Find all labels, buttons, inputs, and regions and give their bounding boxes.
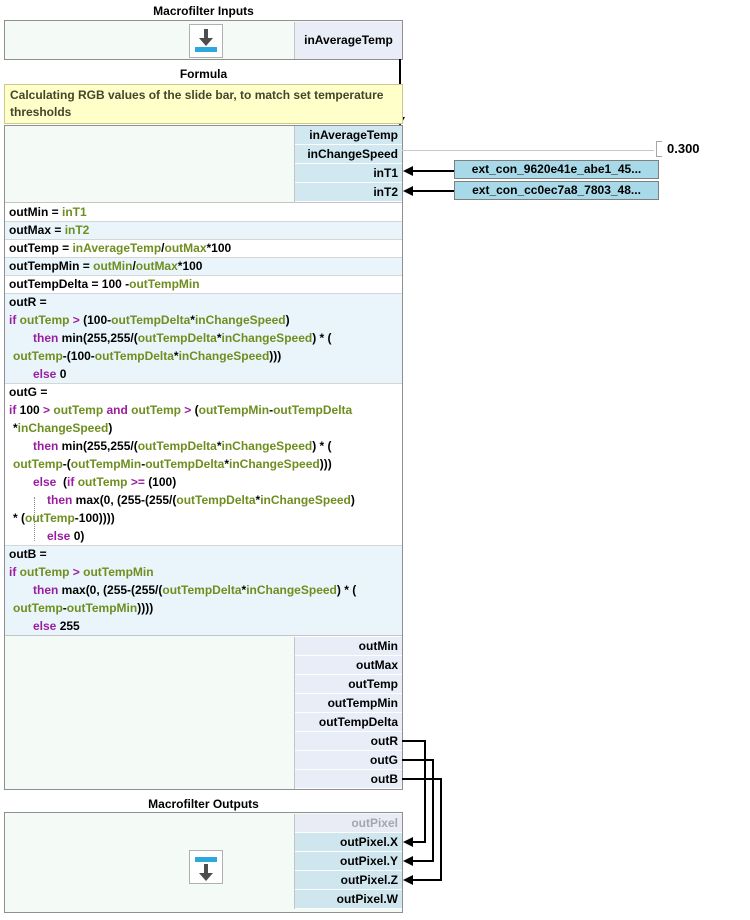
wire-segment[interactable] <box>402 740 426 742</box>
formula-header-area <box>5 126 294 202</box>
formula-output-port-outTempMin[interactable]: outTempMin <box>295 694 402 713</box>
wire-segment[interactable] <box>412 841 426 843</box>
arrowhead-left-icon <box>403 186 413 196</box>
wire-segment[interactable] <box>412 860 434 862</box>
formula-line: outTemp-(outTempMin-outTempDelta*inChang… <box>5 455 402 473</box>
outputs-block-title: Macrofilter Outputs <box>4 797 403 811</box>
constant-value[interactable]: 0.300 <box>667 141 700 157</box>
formula-output-port-outTemp[interactable]: outTemp <box>295 675 402 694</box>
macrofilter-outputs-block[interactable]: outPixeloutPixel.XoutPixel.YoutPixel.Zou… <box>4 812 403 913</box>
wire-segment[interactable] <box>424 740 426 843</box>
formula-row-outB[interactable]: outB =if outTemp > outTempMinthen max(0,… <box>5 545 402 635</box>
outputs-ports: outPixeloutPixel.XoutPixel.YoutPixel.Zou… <box>294 814 402 909</box>
formula-input-port-inT2[interactable]: inT2 <box>295 183 402 202</box>
formula-output-ports: outMinoutMaxoutTempoutTempMinoutTempDelt… <box>294 637 402 789</box>
formula-line: if outTemp > outTempMin <box>5 563 402 581</box>
formula-input-ports: inAverageTempinChangeSpeedinT1inT2 <box>294 126 402 202</box>
formula-line: else 0) <box>5 527 402 545</box>
formula-row-outTempMin[interactable]: outTempMin = outMin/outMax*100 <box>5 257 402 275</box>
constant-bracket <box>656 141 662 157</box>
formula-row-outR[interactable]: outR =if outTemp > (100-outTempDelta*inC… <box>5 293 402 383</box>
formula-line: outMin = inT1 <box>5 203 402 221</box>
formula-output-port-outG[interactable]: outG <box>295 751 402 770</box>
formula-line: else 255 <box>5 617 402 635</box>
formula-line: outTemp-outTempMin)))) <box>5 599 402 617</box>
wire-segment[interactable] <box>402 778 442 780</box>
formula-line: then min(255,255/(outTempDelta*inChangeS… <box>5 329 402 347</box>
formula-title: Formula <box>4 67 403 81</box>
wire-segment[interactable] <box>432 759 434 862</box>
formula-line: else 0 <box>5 365 402 383</box>
arrowhead-left-icon <box>403 856 413 866</box>
wire-segment[interactable] <box>412 190 454 192</box>
arrow-head <box>199 873 213 881</box>
formula-output-port-outR[interactable]: outR <box>295 732 402 751</box>
formula-line: outMax = inT2 <box>5 221 402 239</box>
formula-line: outTemp = inAverageTemp/outMax*100 <box>5 239 402 257</box>
formula-line: then min(255,255/(outTempDelta*inChangeS… <box>5 437 402 455</box>
formula-block[interactable]: inAverageTempinChangeSpeedinT1inT2 outMi… <box>4 125 403 790</box>
formula-row-outG[interactable]: outG =if 100 > outTemp and outTemp > (ou… <box>5 383 402 545</box>
inputs-block-title: Macrofilter Inputs <box>4 4 403 18</box>
wire-segment[interactable] <box>440 778 442 881</box>
formula-line: outTempDelta = 100 -outTempMin <box>5 275 402 293</box>
formula-line: if 100 > outTemp and outTemp > (outTempM… <box>5 401 402 419</box>
port-outPixel[interactable]: outPixel <box>295 814 402 833</box>
macrofilter-canvas: Macrofilter Inputs inAverageTemp Formula… <box>0 0 750 920</box>
macrofilter-input-icon <box>189 24 223 58</box>
blue-bar <box>195 857 217 862</box>
port-outPixel.X[interactable]: outPixel.X <box>295 833 402 852</box>
formula-row-outTempDelta[interactable]: outTempDelta = 100 -outTempMin <box>5 275 402 293</box>
constant-link-line <box>402 150 654 151</box>
formula-row-outMax[interactable]: outMax = inT2 <box>5 221 402 239</box>
arrowhead-left-icon <box>403 837 413 847</box>
arrow-shaft <box>204 29 208 38</box>
formula-row-outTemp[interactable]: outTemp = inAverageTemp/outMax*100 <box>5 239 402 257</box>
arrowhead-left-icon <box>403 875 413 885</box>
formula-line: outTemp-(100-outTempDelta*inChangeSpeed)… <box>5 347 402 365</box>
wire-segment[interactable] <box>412 879 442 881</box>
port-outPixel.Y[interactable]: outPixel.Y <box>295 852 402 871</box>
external-connection-inT1[interactable]: ext_con_9620e41e_abe1_45... <box>454 160 659 179</box>
formula-line: then max(0, (255-(255/(outTempDelta*inCh… <box>5 491 402 509</box>
formula-line: if outTemp > (100-outTempDelta*inChangeS… <box>5 311 402 329</box>
wire-segment[interactable] <box>412 170 454 172</box>
formula-footer-area <box>5 636 294 789</box>
arrow-head <box>199 38 213 46</box>
formula-input-port-inT1[interactable]: inT1 <box>295 164 402 183</box>
formula-line: outTempMin = outMin/outMax*100 <box>5 257 402 275</box>
formula-comment[interactable]: Calculating RGB values of the slide bar,… <box>4 84 403 124</box>
formula-line: outG = <box>5 383 402 401</box>
macrofilter-inputs-block[interactable]: inAverageTemp <box>4 20 403 60</box>
formula-input-port-inAverageTemp[interactable]: inAverageTemp <box>295 126 402 145</box>
macrofilter-output-icon <box>189 850 223 884</box>
formula-line: else (if outTemp >= (100) <box>5 473 402 491</box>
blue-bar <box>195 47 217 52</box>
port-outPixel.W[interactable]: outPixel.W <box>295 890 402 909</box>
port-inAverageTemp[interactable]: inAverageTemp <box>294 22 402 59</box>
formula-row-outMin[interactable]: outMin = inT1 <box>5 203 402 221</box>
formula-line: outR = <box>5 293 402 311</box>
formula-output-port-outMax[interactable]: outMax <box>295 656 402 675</box>
formula-output-port-outTempDelta[interactable]: outTempDelta <box>295 713 402 732</box>
formula-line: then max(0, (255-(255/(outTempDelta*inCh… <box>5 581 402 599</box>
formula-input-port-inChangeSpeed[interactable]: inChangeSpeed <box>295 145 402 164</box>
port-outPixel.Z[interactable]: outPixel.Z <box>295 871 402 890</box>
formula-output-port-outMin[interactable]: outMin <box>295 637 402 656</box>
formula-line: * (outTemp-100)))) <box>5 509 402 527</box>
formula-line: *inChangeSpeed) <box>5 419 402 437</box>
formula-output-port-outB[interactable]: outB <box>295 770 402 789</box>
arrow-shaft <box>204 864 208 873</box>
external-connection-inT2[interactable]: ext_con_cc0ec7a8_7803_48... <box>454 181 659 200</box>
arrowhead-left-icon <box>403 166 413 176</box>
formula-code: outMin = inT1outMax = inT2outTemp = inAv… <box>5 203 402 635</box>
formula-line: outB = <box>5 545 402 563</box>
wire-segment[interactable] <box>402 759 434 761</box>
